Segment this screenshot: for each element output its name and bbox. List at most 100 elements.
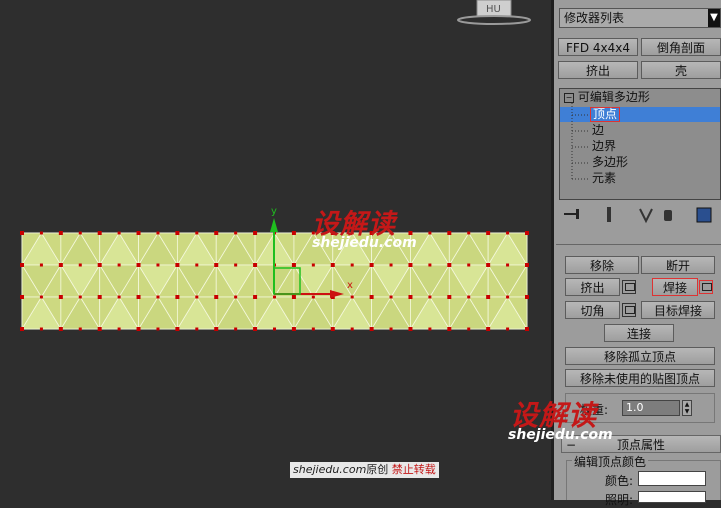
mesh-vertex bbox=[234, 327, 238, 331]
mesh-vertex bbox=[58, 327, 63, 331]
mesh-vertex bbox=[369, 295, 374, 299]
stack-toolbar bbox=[564, 207, 712, 224]
mesh-vertex bbox=[506, 263, 510, 267]
target-weld-button[interactable]: 目标焊接 bbox=[641, 301, 715, 319]
mesh-vertex bbox=[428, 327, 432, 331]
mesh-vertex bbox=[156, 231, 160, 235]
mesh-vertex bbox=[467, 263, 471, 267]
mesh-vertex bbox=[214, 231, 219, 235]
configure-sets-icon[interactable] bbox=[696, 207, 712, 223]
mesh-vertex bbox=[175, 295, 180, 299]
mesh-vertex bbox=[525, 231, 529, 235]
shell-modifier-button[interactable]: 壳 bbox=[641, 61, 721, 79]
mesh-vertex bbox=[117, 295, 121, 299]
chamfer-settings-icon[interactable] bbox=[622, 303, 636, 317]
watermark-url: shejiedu.com bbox=[312, 235, 417, 251]
viewport-perspective[interactable]: HU y x 设解读 shejiedu.com shejiedu.com原创 禁… bbox=[0, 0, 551, 500]
mesh-vertex bbox=[195, 295, 199, 299]
color-swatch[interactable] bbox=[638, 471, 706, 486]
mesh-vertex bbox=[156, 327, 160, 331]
extrude-settings-icon[interactable] bbox=[622, 280, 636, 294]
mesh-vertex bbox=[311, 327, 315, 331]
mesh-vertex bbox=[506, 295, 510, 299]
mesh-canvas[interactable]: HU y x bbox=[0, 0, 551, 500]
mesh-vertex bbox=[311, 263, 315, 267]
mesh-vertex bbox=[291, 231, 296, 235]
mesh-vertex bbox=[291, 295, 296, 299]
mesh-vertex bbox=[291, 327, 296, 331]
weight-input[interactable]: 1.0 bbox=[622, 400, 680, 416]
make-unique-icon[interactable] bbox=[639, 208, 653, 224]
footer-watermark: shejiedu.com原创 禁止转载 bbox=[290, 462, 439, 478]
mesh-vertex bbox=[369, 327, 374, 331]
mesh-vertex bbox=[486, 231, 491, 235]
stack-tree-lines bbox=[571, 103, 590, 181]
extrude-modifier-button[interactable]: 挤出 bbox=[558, 61, 638, 79]
mesh-vertex bbox=[506, 327, 510, 331]
pin-stack-icon[interactable] bbox=[564, 209, 579, 219]
mesh-vertex bbox=[311, 295, 315, 299]
mesh-vertex bbox=[195, 231, 199, 235]
extrude-button[interactable]: 挤出 bbox=[565, 278, 620, 296]
mesh-vertex bbox=[506, 231, 510, 235]
remove-modifier-icon[interactable] bbox=[664, 210, 672, 221]
mesh-vertex bbox=[234, 295, 238, 299]
mesh-vertex bbox=[156, 263, 160, 267]
bevel-profile-button[interactable]: 倒角剖面 bbox=[641, 38, 721, 56]
mesh-vertex bbox=[525, 263, 529, 267]
mesh-vertex bbox=[136, 231, 141, 235]
mesh-vertex bbox=[117, 231, 121, 235]
show-end-result-icon[interactable] bbox=[607, 207, 611, 222]
illumination-swatch[interactable] bbox=[638, 491, 706, 503]
mesh-vertex bbox=[486, 327, 491, 331]
view-cube-label: HU bbox=[486, 4, 501, 15]
mesh-vertex bbox=[330, 327, 335, 331]
footer-site: shejiedu.com bbox=[293, 463, 367, 476]
mesh-vertex bbox=[234, 263, 238, 267]
modifier-stack[interactable]: − 可编辑多边形 顶点 边 边界 多边形 元素 bbox=[559, 88, 721, 200]
modifier-list-dropdown[interactable]: 修改器列表 ▼ bbox=[559, 8, 721, 28]
mesh-vertex bbox=[78, 327, 82, 331]
footer-notice: 禁止转载 bbox=[391, 463, 436, 476]
mesh-vertex bbox=[20, 263, 24, 267]
connect-button[interactable]: 连接 bbox=[604, 324, 674, 342]
modifier-list-label: 修改器列表 bbox=[564, 11, 625, 25]
chamfer-button[interactable]: 切角 bbox=[565, 301, 620, 319]
mesh-vertex bbox=[136, 263, 141, 267]
break-button[interactable]: 断开 bbox=[641, 256, 715, 274]
remove-button[interactable]: 移除 bbox=[565, 256, 639, 274]
gizmo-y-arrow-icon bbox=[270, 218, 278, 232]
remove-isolated-vertices-button[interactable]: 移除孤立顶点 bbox=[565, 347, 715, 365]
mesh-vertex bbox=[525, 295, 529, 299]
mesh-vertex bbox=[214, 263, 219, 267]
ffd-button[interactable]: FFD 4x4x4 bbox=[558, 38, 638, 56]
weight-spinner-icon[interactable]: ▲ ▼ bbox=[682, 400, 692, 416]
mesh-vertex bbox=[330, 263, 335, 267]
footer-original: 原创 bbox=[366, 463, 389, 476]
view-cube[interactable]: HU bbox=[457, 0, 531, 25]
gizmo-x-label: x bbox=[347, 280, 353, 291]
weld-button[interactable]: 焊接 bbox=[652, 278, 698, 296]
mesh-vertex bbox=[39, 295, 43, 299]
mesh-vertex bbox=[486, 263, 491, 267]
mesh-vertex bbox=[467, 295, 471, 299]
mesh-vertex bbox=[350, 295, 354, 299]
edit-vertex-color-label: 编辑顶点颜色 bbox=[572, 453, 649, 470]
mesh-vertex bbox=[389, 263, 393, 267]
mesh-vertex bbox=[78, 231, 82, 235]
remove-unused-map-verts-button[interactable]: 移除未使用的贴图顶点 bbox=[565, 369, 715, 387]
mesh-vertex bbox=[467, 327, 471, 331]
mesh-vertex bbox=[136, 327, 141, 331]
mesh-vertex bbox=[253, 295, 258, 299]
mesh-vertex bbox=[97, 263, 102, 267]
mesh-vertex bbox=[253, 263, 258, 267]
mesh-vertex bbox=[350, 263, 354, 267]
mesh-vertex bbox=[389, 295, 393, 299]
weld-settings-icon[interactable] bbox=[699, 280, 713, 294]
mesh-vertex bbox=[408, 327, 413, 331]
mesh-vertex bbox=[389, 327, 393, 331]
mesh-vertex bbox=[214, 327, 219, 331]
mesh-vertex bbox=[214, 295, 219, 299]
mesh-vertex bbox=[39, 231, 43, 235]
mesh-vertex bbox=[58, 295, 63, 299]
